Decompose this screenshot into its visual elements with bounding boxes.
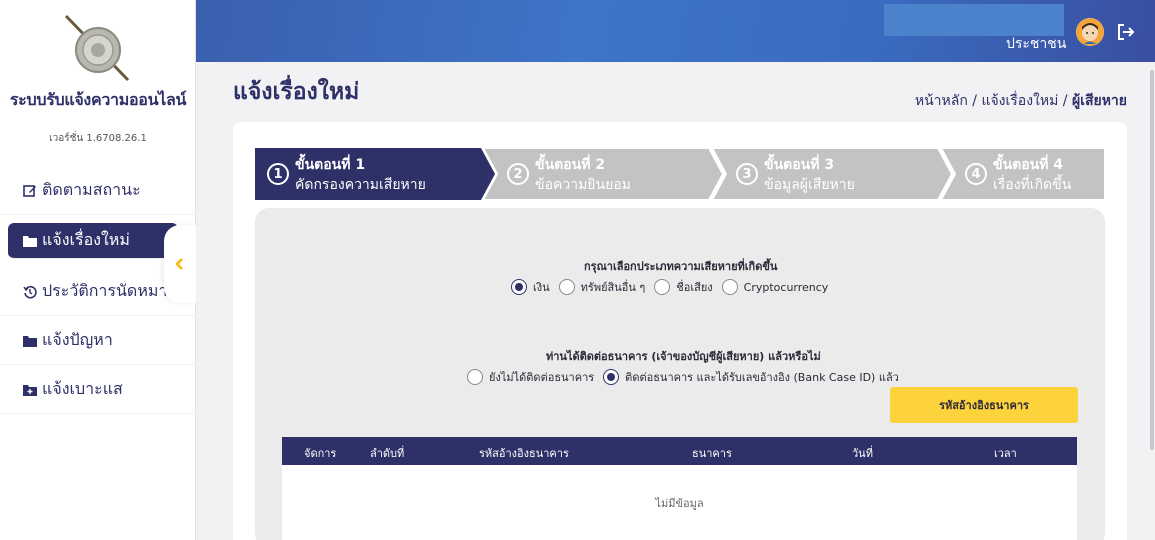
radio-button[interactable]: [467, 369, 483, 385]
step-subtitle: ข้อความยินยอม: [535, 177, 631, 193]
step-title: ขั้นตอนที่ 2: [535, 157, 606, 173]
breadcrumb-separator: /: [1062, 93, 1068, 109]
breadcrumb-separator: /: [972, 93, 977, 109]
app-title: ระบบรับแจ้งความออนไลน์: [9, 90, 187, 109]
table-empty-message: ไม่มีข้อมูล: [655, 497, 704, 510]
damage-type-question: กรุณาเลือกประเภทความเสียหายที่เกิดขึ้น: [584, 260, 778, 273]
step-1[interactable]: 1 ขั้นตอนที่ 1 คัดกรองความเสียหาย: [255, 148, 495, 200]
radio-button[interactable]: [558, 279, 575, 295]
step-subtitle: ข้อมูลผู้เสียหาย: [764, 177, 855, 193]
radio-button[interactable]: [603, 369, 620, 385]
radio-label: Cryptocurrency: [743, 280, 829, 294]
radio-button[interactable]: [721, 279, 738, 295]
top-header: ประชาชน: [196, 0, 1155, 62]
radio-button[interactable]: [511, 279, 527, 295]
step-title: ขั้นตอนที่ 1: [295, 157, 366, 173]
bank-contact-radio-group: ยังไม่ได้ติดต่อธนาคาร ติดต่อธนาคาร และได…: [467, 368, 908, 386]
radio-label: ยังไม่ได้ติดต่อธนาคาร: [489, 371, 595, 384]
stepper: 1 ขั้นตอนที่ 1 คัดกรองความเสียหาย 2 ขั้น…: [255, 148, 1105, 200]
step-4[interactable]: 4 ขั้นตอนที่ 4 เรื่องที่เกิดขึ้น: [941, 148, 1105, 200]
step-subtitle: เรื่องที่เกิดขึ้น: [993, 177, 1072, 193]
bank-reference-button[interactable]: รหัสอ้างอิงธนาคาร: [890, 387, 1078, 423]
step-subtitle: คัดกรองความเสียหาย: [295, 177, 426, 193]
folder-icon: [22, 234, 38, 248]
breadcrumb-current: ผู้เสียหาย: [1071, 93, 1127, 109]
chevron-left-icon: [175, 255, 185, 274]
bank-option-not-contacted[interactable]: ยังไม่ได้ติดต่อธนาคาร: [467, 368, 594, 386]
sidebar-item-report-clue[interactable]: แจ้งเบาะแส: [0, 366, 196, 414]
sidebar-item-label: แจ้งปัญหา: [42, 330, 113, 349]
step-number: 2: [507, 163, 529, 185]
breadcrumb-home[interactable]: หน้าหลัก: [915, 93, 968, 109]
step-title: ขั้นตอนที่ 3: [764, 157, 835, 173]
column-header: ธนาคาร: [692, 447, 732, 460]
avatar[interactable]: [1076, 18, 1104, 46]
bank-contact-question: ท่านได้ติดต่อธนาคาร (เจ้าของบัญชีผู้เสีย…: [546, 350, 821, 363]
step-number: 3: [736, 163, 758, 185]
sidebar-collapse-toggle[interactable]: [164, 225, 196, 303]
page-title: แจ้งเรื่องใหม่: [233, 79, 360, 105]
step-3[interactable]: 3 ขั้นตอนที่ 3 ข้อมูลผู้เสียหาย: [712, 148, 952, 200]
column-header: จัดการ: [304, 447, 337, 460]
sidebar-item-label: ติดตามสถานะ: [42, 180, 141, 199]
column-header: รหัสอ้างอิงธนาคาร: [479, 447, 569, 460]
sidebar: ระบบรับแจ้งความออนไลน์ เวอร์ชั่น 1.6708.…: [0, 0, 196, 540]
bank-reference-table: จัดการ ลำดับที่ รหัสอ้างอิงธนาคาร ธนาคาร…: [282, 437, 1077, 540]
damage-option-reputation[interactable]: ชื่อเสียง: [654, 278, 713, 296]
sidebar-item-label: แจ้งเรื่องใหม่: [42, 230, 130, 249]
bank-option-contacted[interactable]: ติดต่อธนาคาร และได้รับเลขอ้างอิง (Bank C…: [603, 368, 899, 386]
damage-type-radio-group: เงิน ทรัพย์สินอื่น ๆ ชื่อเสียง Cryptocur…: [511, 278, 837, 296]
sidebar-item-label: แจ้งเบาะแส: [42, 379, 123, 398]
sidebar-item-track-status[interactable]: ติดตามสถานะ: [0, 167, 196, 215]
edit-icon: [22, 184, 38, 198]
radio-label: เงิน: [533, 281, 550, 294]
damage-option-crypto[interactable]: Cryptocurrency: [721, 279, 829, 295]
sidebar-item-report-problem[interactable]: แจ้งปัญหา: [0, 317, 196, 365]
sidebar-item-label: ประวัติการนัดหมาย: [42, 281, 177, 300]
damage-option-money[interactable]: เงิน: [511, 278, 550, 296]
step-title: ขั้นตอนที่ 4: [993, 157, 1064, 173]
step-number: 1: [267, 163, 289, 185]
step-number: 4: [965, 163, 987, 185]
radio-label: ชื่อเสียง: [676, 281, 713, 294]
radio-button[interactable]: [654, 279, 671, 295]
column-header: เวลา: [994, 447, 1017, 460]
table-header: จัดการ ลำดับที่ รหัสอ้างอิงธนาคาร ธนาคาร…: [282, 437, 1077, 465]
police-emblem-logo: [60, 10, 136, 86]
damage-option-property[interactable]: ทรัพย์สินอื่น ๆ: [558, 278, 646, 296]
breadcrumb: หน้าหลัก / แจ้งเรื่องใหม่ / ผู้เสียหาย: [915, 90, 1127, 112]
folder-plus-icon: [22, 383, 38, 397]
logout-icon[interactable]: [1116, 22, 1136, 42]
column-header: วันที่: [852, 447, 873, 460]
page-scroll-thumb[interactable]: [1150, 70, 1154, 450]
radio-label: ติดต่อธนาคาร และได้รับเลขอ้างอิง (Bank C…: [625, 371, 899, 384]
user-name: ประชาชน: [1006, 36, 1067, 52]
step-2[interactable]: 2 ขั้นตอนที่ 2 ข้อความยินยอม: [483, 148, 723, 200]
breadcrumb-parent[interactable]: แจ้งเรื่องใหม่: [981, 93, 1058, 109]
folder-icon: [22, 334, 38, 348]
history-icon: [22, 285, 38, 299]
radio-label: ทรัพย์สินอื่น ๆ: [580, 281, 646, 294]
header-placeholder-box: [884, 4, 1064, 36]
sidebar-item-new-report[interactable]: แจ้งเรื่องใหม่: [8, 223, 178, 259]
column-header: ลำดับที่: [370, 447, 405, 460]
version-label: เวอร์ชั่น 1.6708.26.1: [49, 133, 147, 144]
